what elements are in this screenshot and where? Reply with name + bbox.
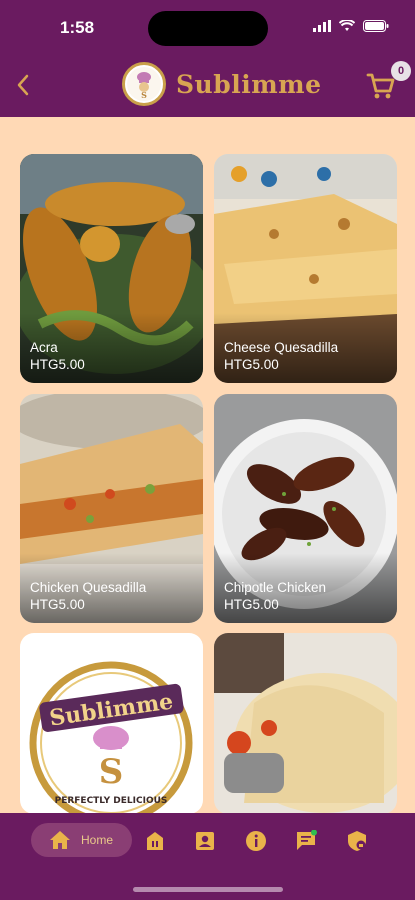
- sublimme-logo: Sublimme S PERFECTLY DELICIOUS: [26, 658, 196, 814]
- item-name: Cheese Quesadilla: [224, 340, 339, 355]
- svg-text:S: S: [141, 90, 147, 100]
- chat-icon[interactable]: [295, 830, 317, 852]
- status-bar: 1:58: [0, 0, 415, 56]
- item-name: Acra: [30, 340, 58, 355]
- info-icon[interactable]: [245, 830, 267, 852]
- menu-item-card[interactable]: Cheese Quesadilla HTG5.00: [214, 154, 397, 383]
- logo-card[interactable]: Sublimme S PERFECTLY DELICIOUS: [20, 633, 203, 814]
- menu-item-card[interactable]: [214, 633, 397, 814]
- brand: S Sublimme: [122, 62, 322, 106]
- status-icons: [313, 20, 389, 32]
- wifi-icon: [339, 20, 355, 31]
- nav-home-label: Home: [81, 833, 114, 847]
- item-price: HTG5.00: [30, 597, 85, 612]
- contacts-icon[interactable]: [194, 830, 216, 852]
- brand-logo: S: [122, 62, 166, 106]
- item-price: HTG5.00: [224, 357, 279, 372]
- restaurant-icon[interactable]: [144, 830, 166, 852]
- chef-logo-icon: S: [127, 67, 161, 101]
- logo-letter: S: [99, 752, 124, 792]
- signal-icon: [313, 20, 331, 32]
- app-header: 1:58 S Sublimme 0: [0, 0, 415, 117]
- logo-tagline: PERFECTLY DELICIOUS: [55, 796, 168, 806]
- battery-icon: [363, 20, 389, 32]
- home-icon: [50, 831, 70, 849]
- menu-item-card[interactable]: Chipotle Chicken HTG5.00: [214, 394, 397, 623]
- status-time: 1:58: [60, 18, 95, 37]
- menu-item-card[interactable]: Chicken Quesadilla HTG5.00: [20, 394, 203, 623]
- item-price: HTG5.00: [224, 597, 279, 612]
- food-image: [214, 633, 397, 814]
- item-name: Chipotle Chicken: [224, 580, 327, 595]
- dynamic-island: [148, 11, 268, 46]
- home-indicator: [133, 887, 283, 892]
- back-chevron-icon[interactable]: [14, 72, 34, 98]
- security-icon[interactable]: [346, 830, 368, 852]
- nav-home[interactable]: Home: [31, 823, 132, 857]
- item-name: Chicken Quesadilla: [30, 580, 147, 595]
- item-price: HTG5.00: [30, 357, 85, 372]
- app-title: Sublimme: [176, 69, 322, 99]
- menu-item-card[interactable]: Acra HTG5.00: [20, 154, 203, 383]
- cart-count-badge: 0: [391, 61, 411, 81]
